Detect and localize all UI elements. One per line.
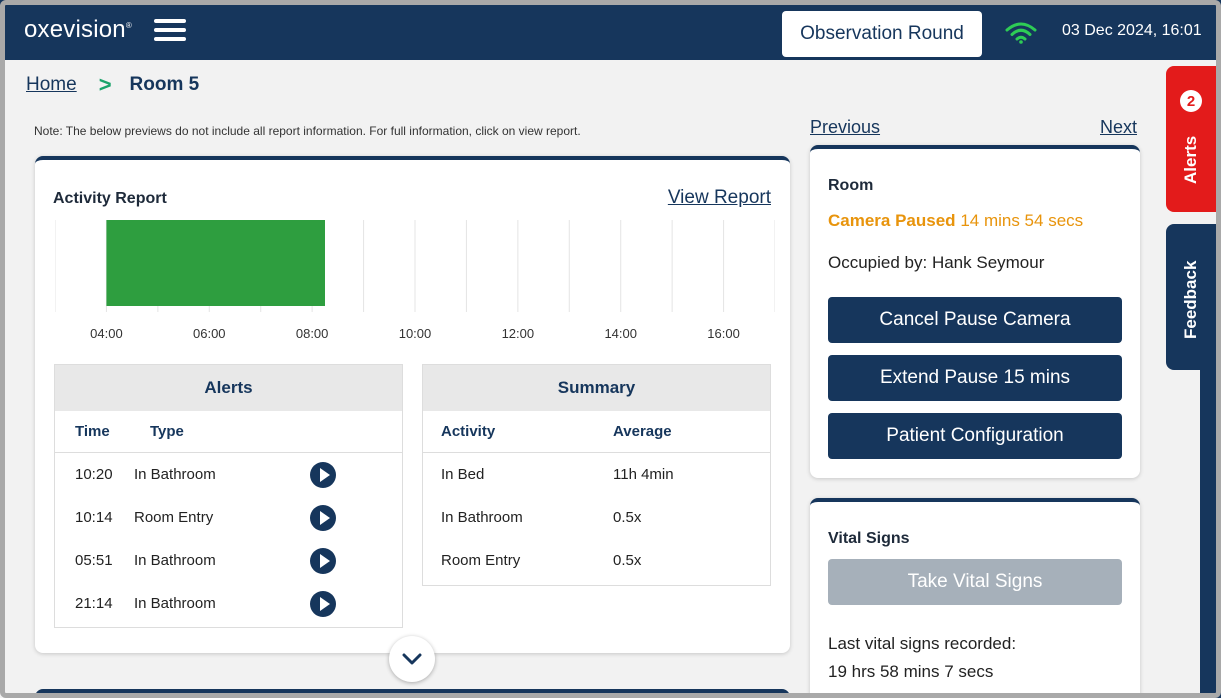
breadcrumb-home-link[interactable]: Home xyxy=(26,74,77,96)
summary-table: Summary Activity Average In Bed 11h 4min I… xyxy=(422,364,771,586)
previous-link[interactable]: Previous xyxy=(810,117,880,138)
room-card: Room Camera Paused 14 mins 54 secs Occup… xyxy=(810,145,1140,478)
play-icon[interactable] xyxy=(310,461,336,488)
activity-report-card: Activity Report View Report 04:00 06:00 08… xyxy=(35,156,790,682)
view-report-link[interactable]: View Report xyxy=(668,187,771,209)
breadcrumb-current: Room 5 xyxy=(129,74,200,95)
x-tick-label: 08:00 xyxy=(296,326,329,341)
chevron-down-icon xyxy=(402,653,422,665)
alert-type: In Bathroom xyxy=(134,466,216,483)
extend-pause-button[interactable]: Extend Pause 15 mins xyxy=(828,355,1122,401)
alert-time: 21:14 xyxy=(75,595,113,612)
x-tick-label: 04:00 xyxy=(90,326,123,341)
alert-type: Room Entry xyxy=(134,509,214,526)
alert-type: In Bathroom xyxy=(134,595,216,612)
alert-row: 10:14 Room Entry xyxy=(55,496,402,539)
breadcrumb-separator: > xyxy=(98,72,112,97)
next-link[interactable]: Next xyxy=(1100,117,1137,138)
col-activity: Activity xyxy=(441,423,496,440)
play-icon[interactable] xyxy=(310,504,336,531)
take-vital-signs-button[interactable]: Take Vital Signs xyxy=(828,559,1122,605)
activity-bar xyxy=(106,220,325,306)
summary-table-title: Summary xyxy=(423,365,770,411)
x-tick-label: 14:00 xyxy=(604,326,637,341)
cancel-pause-camera-button[interactable]: Cancel Pause Camera xyxy=(828,297,1122,343)
logo: oxevision® xyxy=(24,16,132,43)
alert-time: 05:51 xyxy=(75,552,113,569)
observation-round-button[interactable]: Observation Round xyxy=(782,11,982,57)
alert-row: 10:20 In Bathroom xyxy=(55,453,402,496)
patient-configuration-button[interactable]: Patient Configuration xyxy=(828,413,1122,459)
alerts-table: Alerts Time Type 10:20 In Bathroom 10:14 Ro… xyxy=(54,364,403,628)
camera-status: Camera Paused 14 mins 54 secs xyxy=(828,211,1083,231)
camera-status-label: Camera Paused xyxy=(828,211,956,230)
activity-chart: 04:00 06:00 08:00 10:00 12:00 14:00 16:00 xyxy=(55,220,775,341)
activity-report-title: Activity Report xyxy=(53,190,167,207)
datetime: 03 Dec 2024, 16:01 xyxy=(1062,22,1202,39)
vital-signs-card: Vital Signs Take Vital Signs Last vital … xyxy=(810,498,1140,698)
summary-average: 11h 4min xyxy=(613,466,674,483)
col-time: Time xyxy=(75,423,110,440)
alert-time: 10:14 xyxy=(75,509,113,526)
alert-row: 05:51 In Bathroom xyxy=(55,539,402,582)
feedback-tab-label: Feedback xyxy=(1181,260,1200,339)
x-tick-label: 06:00 xyxy=(193,326,226,341)
play-icon[interactable] xyxy=(310,590,336,617)
summary-average: 0.5x xyxy=(613,552,642,569)
col-type: Type xyxy=(150,423,184,440)
preview-note: Note: The below previews do not include … xyxy=(34,124,581,138)
feedback-side-tab[interactable]: Feedback xyxy=(1166,224,1216,370)
alert-row: 21:14 In Bathroom xyxy=(55,582,402,625)
right-edge-strip xyxy=(1200,370,1221,698)
summary-average: 0.5x xyxy=(613,509,642,526)
wifi-icon xyxy=(1005,22,1037,44)
summary-table-header: Activity Average xyxy=(423,411,770,453)
alert-time: 10:20 xyxy=(75,466,113,483)
alerts-count-badge: 2 xyxy=(1180,90,1202,112)
summary-row: In Bathroom 0.5x xyxy=(423,496,770,539)
breadcrumb: Home > Room 5 xyxy=(26,72,199,98)
camera-status-time: 14 mins 54 secs xyxy=(960,211,1084,230)
next-report-card xyxy=(35,689,790,698)
summary-activity: Room Entry xyxy=(441,552,521,569)
summary-activity: In Bed xyxy=(441,466,485,483)
occupied-by: Occupied by: Hank Seymour xyxy=(828,253,1045,272)
alerts-table-header: Time Type xyxy=(55,411,402,453)
alerts-side-tab[interactable]: 2 Alerts xyxy=(1166,66,1216,212)
summary-row: Room Entry 0.5x xyxy=(423,539,770,582)
expand-chevron-button[interactable] xyxy=(389,636,435,682)
play-icon[interactable] xyxy=(310,547,336,574)
summary-row: In Bed 11h 4min xyxy=(423,453,770,496)
alerts-table-title: Alerts xyxy=(55,365,402,411)
hamburger-menu-icon[interactable] xyxy=(153,19,186,41)
x-tick-label: 16:00 xyxy=(707,326,740,341)
last-vitals-label: Last vital signs recorded: xyxy=(828,634,1017,653)
x-tick-label: 10:00 xyxy=(399,326,432,341)
alert-type: In Bathroom xyxy=(134,552,216,569)
summary-activity: In Bathroom xyxy=(441,509,523,526)
room-title: Room xyxy=(828,177,874,194)
alerts-tab-label: Alerts xyxy=(1181,135,1200,184)
top-bar: oxevision® Observation Round 03 Dec 2024… xyxy=(0,0,1221,60)
col-average: Average xyxy=(613,423,672,440)
x-tick-label: 12:00 xyxy=(502,326,535,341)
vital-signs-title: Vital Signs xyxy=(828,530,910,547)
last-vitals-value: 19 hrs 58 mins 7 secs xyxy=(828,662,994,681)
